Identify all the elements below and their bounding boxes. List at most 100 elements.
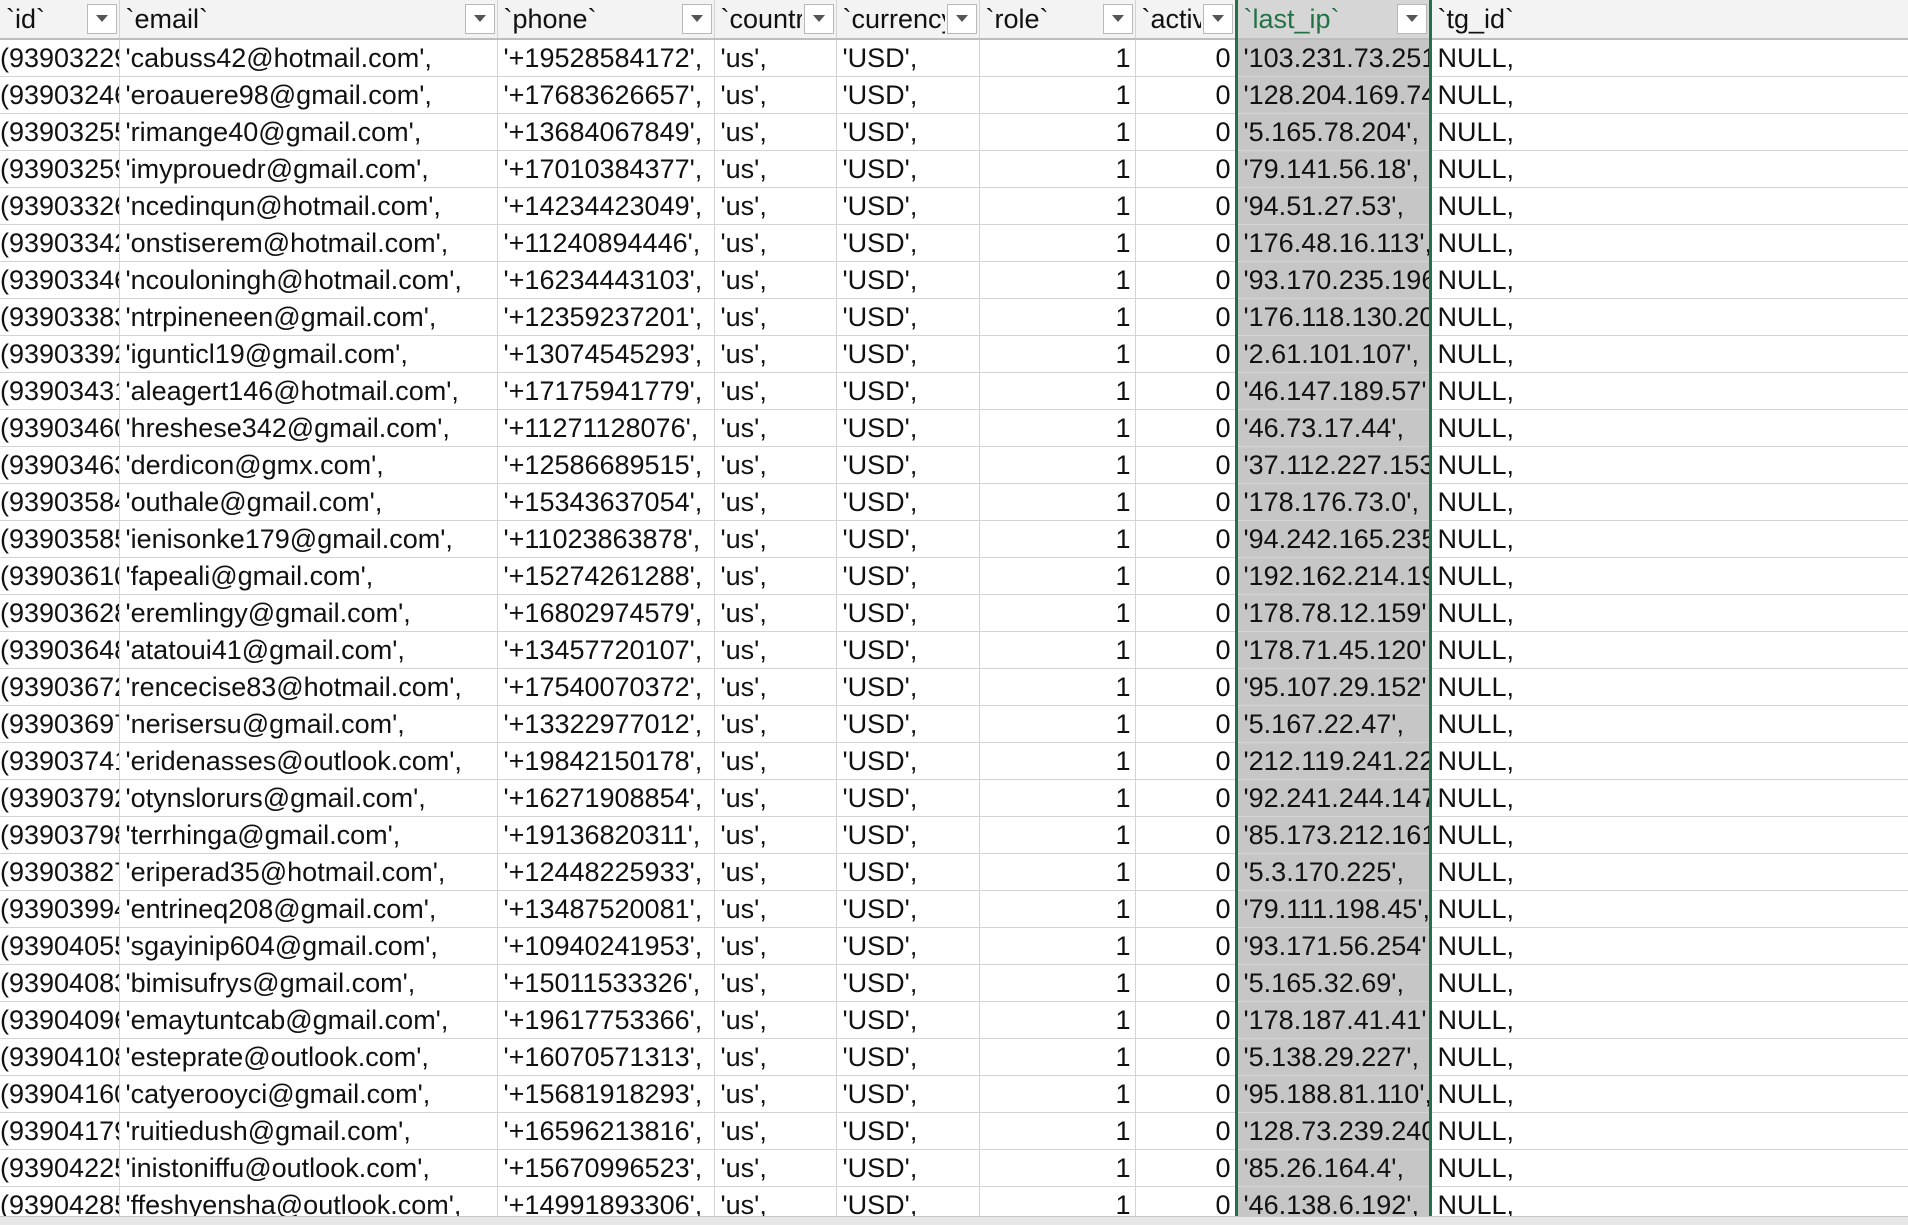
cell-role[interactable]: 1 xyxy=(979,779,1136,817)
cell-email[interactable]: 'catyerooyci@gmail.com', xyxy=(119,1075,498,1113)
cell-role[interactable]: 1 xyxy=(979,372,1136,410)
cell-tg-id[interactable]: NULL, xyxy=(1430,705,1908,743)
cell-currency[interactable]: 'USD', xyxy=(836,890,980,928)
cell-last-ip[interactable]: '79.141.56.18', xyxy=(1234,150,1432,188)
cell-id[interactable]: (93903827, xyxy=(0,853,120,891)
cell-activity[interactable]: 0 xyxy=(1135,557,1237,595)
cell-role[interactable]: 1 xyxy=(979,1001,1136,1039)
cell-tg-id[interactable]: NULL, xyxy=(1430,39,1908,77)
cell-activity[interactable]: 0 xyxy=(1135,631,1237,669)
cell-currency[interactable]: 'USD', xyxy=(836,483,980,521)
cell-email[interactable]: 'nerisersu@gmail.com', xyxy=(119,705,498,743)
cell-email[interactable]: 'ruitiedush@gmail.com', xyxy=(119,1112,498,1150)
cell-last-ip[interactable]: '178.78.12.159', xyxy=(1234,594,1432,632)
cell-tg-id[interactable]: NULL, xyxy=(1430,594,1908,632)
cell-id[interactable]: (93903255, xyxy=(0,113,120,151)
cell-role[interactable]: 1 xyxy=(979,76,1136,114)
column-header-last-ip[interactable]: `last_ip` xyxy=(1234,0,1432,40)
cell-activity[interactable]: 0 xyxy=(1135,742,1237,780)
cell-tg-id[interactable]: NULL, xyxy=(1430,520,1908,558)
cell-email[interactable]: 'entrineq208@gmail.com', xyxy=(119,890,498,928)
cell-phone[interactable]: '+19842150178', xyxy=(497,742,715,780)
cell-currency[interactable]: 'USD', xyxy=(836,964,980,1002)
cell-currency[interactable]: 'USD', xyxy=(836,224,980,262)
cell-phone[interactable]: '+15670996523', xyxy=(497,1149,715,1187)
cell-last-ip[interactable]: '93.171.56.254', xyxy=(1234,927,1432,965)
cell-id[interactable]: (93903994, xyxy=(0,890,120,928)
cell-email[interactable]: 'cabuss42@hotmail.com', xyxy=(119,39,498,77)
cell-activity[interactable]: 0 xyxy=(1135,150,1237,188)
cell-country[interactable]: 'us', xyxy=(714,520,837,558)
cell-phone[interactable]: '+13457720107', xyxy=(497,631,715,669)
cell-country[interactable]: 'us', xyxy=(714,1075,837,1113)
cell-id[interactable]: (93903246, xyxy=(0,76,120,114)
cell-email[interactable]: 'ienisonke179@gmail.com', xyxy=(119,520,498,558)
cell-email[interactable]: 'bimisufrys@gmail.com', xyxy=(119,964,498,1002)
cell-role[interactable]: 1 xyxy=(979,224,1136,262)
cell-activity[interactable]: 0 xyxy=(1135,187,1237,225)
cell-role[interactable]: 1 xyxy=(979,927,1136,965)
cell-currency[interactable]: 'USD', xyxy=(836,927,980,965)
cell-tg-id[interactable]: NULL, xyxy=(1430,742,1908,780)
cell-activity[interactable]: 0 xyxy=(1135,224,1237,262)
cell-email[interactable]: 'onstiserem@hotmail.com', xyxy=(119,224,498,262)
cell-tg-id[interactable]: NULL, xyxy=(1430,150,1908,188)
cell-country[interactable]: 'us', xyxy=(714,446,837,484)
filter-dropdown-button[interactable] xyxy=(946,4,977,34)
cell-phone[interactable]: '+10940241953', xyxy=(497,927,715,965)
cell-country[interactable]: 'us', xyxy=(714,557,837,595)
cell-country[interactable]: 'us', xyxy=(714,187,837,225)
cell-last-ip[interactable]: '94.242.165.235', xyxy=(1234,520,1432,558)
column-header-activity[interactable]: `activit xyxy=(1135,0,1237,40)
cell-currency[interactable]: 'USD', xyxy=(836,816,980,854)
cell-role[interactable]: 1 xyxy=(979,1075,1136,1113)
cell-tg-id[interactable]: NULL, xyxy=(1430,779,1908,817)
cell-activity[interactable]: 0 xyxy=(1135,298,1237,336)
cell-activity[interactable]: 0 xyxy=(1135,1149,1237,1187)
cell-currency[interactable]: 'USD', xyxy=(836,76,980,114)
cell-last-ip[interactable]: '5.3.170.225', xyxy=(1234,853,1432,891)
column-header-country[interactable]: `country` xyxy=(714,0,837,40)
cell-currency[interactable]: 'USD', xyxy=(836,668,980,706)
cell-role[interactable]: 1 xyxy=(979,705,1136,743)
column-header-tg-id[interactable]: `tg_id` xyxy=(1430,0,1908,40)
cell-phone[interactable]: '+13322977012', xyxy=(497,705,715,743)
cell-country[interactable]: 'us', xyxy=(714,890,837,928)
cell-id[interactable]: (93903798, xyxy=(0,816,120,854)
column-header-role[interactable]: `role` xyxy=(979,0,1136,40)
cell-id[interactable]: (93904108, xyxy=(0,1038,120,1076)
cell-currency[interactable]: 'USD', xyxy=(836,705,980,743)
cell-currency[interactable]: 'USD', xyxy=(836,742,980,780)
filter-dropdown-button[interactable] xyxy=(1102,4,1133,34)
cell-activity[interactable]: 0 xyxy=(1135,483,1237,521)
cell-role[interactable]: 1 xyxy=(979,39,1136,77)
cell-country[interactable]: 'us', xyxy=(714,335,837,373)
cell-phone[interactable]: '+13074545293', xyxy=(497,335,715,373)
cell-email[interactable]: 'rencecise83@hotmail.com', xyxy=(119,668,498,706)
cell-email[interactable]: 'inistoniffu@outlook.com', xyxy=(119,1149,498,1187)
cell-currency[interactable]: 'USD', xyxy=(836,853,980,891)
cell-activity[interactable]: 0 xyxy=(1135,372,1237,410)
cell-country[interactable]: 'us', xyxy=(714,742,837,780)
cell-email[interactable]: 'igunticl19@gmail.com', xyxy=(119,335,498,373)
cell-tg-id[interactable]: NULL, xyxy=(1430,76,1908,114)
cell-role[interactable]: 1 xyxy=(979,557,1136,595)
column-header-currency[interactable]: `currency` xyxy=(836,0,980,40)
cell-role[interactable]: 1 xyxy=(979,742,1136,780)
cell-country[interactable]: 'us', xyxy=(714,927,837,965)
cell-last-ip[interactable]: '85.26.164.4', xyxy=(1234,1149,1432,1187)
cell-country[interactable]: 'us', xyxy=(714,261,837,299)
cell-country[interactable]: 'us', xyxy=(714,964,837,1002)
cell-phone[interactable]: '+11240894446', xyxy=(497,224,715,262)
cell-last-ip[interactable]: '5.165.78.204', xyxy=(1234,113,1432,151)
cell-currency[interactable]: 'USD', xyxy=(836,335,980,373)
cell-activity[interactable]: 0 xyxy=(1135,927,1237,965)
filter-dropdown-button[interactable] xyxy=(464,4,495,34)
cell-id[interactable]: (93904225, xyxy=(0,1149,120,1187)
cell-tg-id[interactable]: NULL, xyxy=(1430,409,1908,447)
cell-role[interactable]: 1 xyxy=(979,1038,1136,1076)
cell-phone[interactable]: '+19136820311', xyxy=(497,816,715,854)
cell-activity[interactable]: 0 xyxy=(1135,335,1237,373)
cell-role[interactable]: 1 xyxy=(979,890,1136,928)
cell-tg-id[interactable]: NULL, xyxy=(1430,1149,1908,1187)
